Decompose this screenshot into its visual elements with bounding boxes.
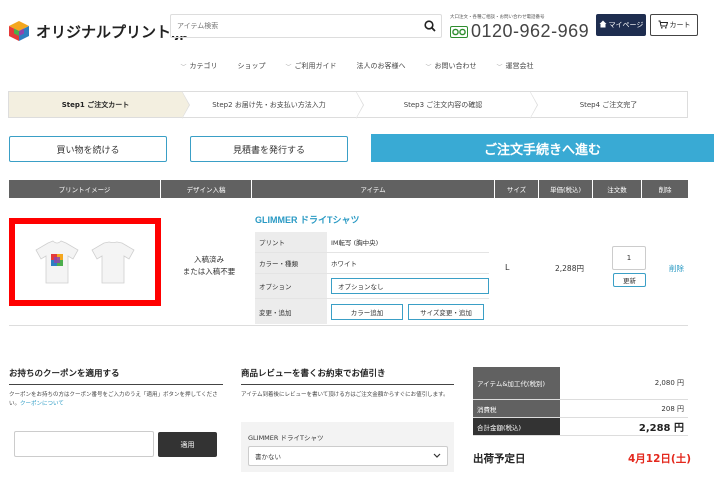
spec-label-option: オプション	[255, 274, 327, 298]
global-nav: ﹀ カテゴリ ショップ ﹀ ご利用ガイド 法人のお客様へ ﹀ お問い合わせ ﹀ …	[0, 56, 714, 76]
item-unit-price: 2,288円	[555, 264, 584, 273]
checkout-button[interactable]: ご注文手続きへ進む	[371, 134, 714, 162]
th-size: サイズ	[495, 180, 539, 198]
review-item-name: GLIMMER ドライTシャツ	[248, 434, 324, 442]
chevron-down-icon: ﹀	[496, 63, 503, 71]
freedial-icon	[450, 25, 468, 38]
chevron-down-icon: ﹀	[285, 63, 292, 71]
coupon-code-input[interactable]	[14, 431, 154, 457]
coupon-apply-button[interactable]: 適用	[158, 432, 217, 457]
coupon-section-title: お持ちのクーポンを適用する	[9, 367, 223, 385]
spec-label-print: プリント	[255, 232, 327, 252]
review-panel: GLIMMER ドライTシャツ 書かない	[241, 422, 454, 472]
search-bar	[170, 14, 442, 38]
logo-cube-icon	[9, 21, 29, 41]
nav-item-guide[interactable]: ﹀ ご利用ガイド	[275, 61, 346, 71]
tshirt-back-image	[91, 241, 135, 284]
spec-value-color: ホワイト	[331, 260, 357, 268]
logo-text: オリジナルプリント.jp	[36, 23, 189, 41]
search-icon[interactable]	[419, 15, 441, 37]
order-summary: アイテム&加工代(税別) 2,080 円 消費税 208 円 合計金額(税込) …	[473, 367, 688, 436]
coupon-description: クーポンをお持ちの方はクーポン番号をご入力のうえ「適用」ボタンを押してください。…	[9, 392, 218, 407]
continue-shopping-button[interactable]: 買い物を続ける	[9, 136, 167, 162]
update-quantity-button[interactable]: 更新	[613, 273, 646, 287]
step-cart: Step1 ご注文カート	[8, 91, 190, 119]
review-description: アイテム到着後にレビューを書いて頂ける方はご注文金額からすぐにお値引します。	[241, 392, 449, 398]
cart-label: カート	[669, 21, 691, 29]
total-label: 合計金額(税込)	[473, 418, 560, 435]
option-select[interactable]: オプションなし	[331, 278, 489, 294]
tel-block: 大口注文・各種ご相談・お問い合わせ電話番号 0120-962-969	[450, 14, 589, 42]
tel-note: 大口注文・各種ご相談・お問い合わせ電話番号	[450, 15, 545, 20]
review-select-value: 書かない	[255, 453, 281, 461]
th-delete: 削除	[658, 186, 672, 194]
design-status: 入稿済み または入稿不要	[182, 255, 236, 276]
nav-item-contact[interactable]: ﹀ お問い合わせ	[416, 61, 487, 71]
cart-table-header: プリントイメージ デザイン入稿 アイテム サイズ 単価(税込) 注文数 削除	[9, 180, 688, 198]
th-design: デザイン入稿	[161, 180, 252, 198]
add-color-button[interactable]: カラー追加	[331, 303, 403, 320]
delete-item-link[interactable]: 削除	[669, 263, 684, 274]
total-value: 2,288 円	[638, 423, 684, 434]
home-icon	[599, 20, 607, 30]
item-name-link[interactable]: GLIMMER ドライTシャツ	[255, 213, 360, 226]
nav-item-company[interactable]: ﹀ 運営会社	[487, 61, 544, 71]
th-item: アイテム	[252, 180, 495, 198]
th-qty: 注文数	[593, 180, 642, 198]
tax-value: 208 円	[661, 404, 684, 413]
spec-label-color: カラー・種類	[255, 253, 327, 273]
item-spec-table: プリント IM転写 (胸中央) カラー・種類 ホワイト オプション オプションな…	[255, 232, 489, 324]
chevron-down-icon	[433, 452, 441, 460]
nav-item-corporate[interactable]: 法人のお客様へ	[347, 61, 416, 71]
search-input[interactable]	[171, 16, 419, 36]
nav-item-category[interactable]: ﹀ カテゴリ	[170, 61, 227, 71]
checkout-steps: Step1 ご注文カート Step2 お届け先・お支払い方法入力 Step3 ご…	[8, 91, 688, 119]
site-header: オリジナルプリント.jp 大口注文・各種ご相談・お問い合わせ電話番号 0120-…	[0, 0, 714, 56]
spec-label-change: 変更・追加	[255, 299, 327, 324]
th-price: 単価(税込)	[539, 180, 593, 198]
cart-item-row: 入稿済み または入稿不要 GLIMMER ドライTシャツ プリント IM転写 (…	[9, 198, 688, 326]
step-shipping: Step2 お届け先・お支払い方法入力	[182, 91, 364, 119]
review-select[interactable]: 書かない	[248, 446, 448, 466]
review-section-title: 商品レビューを書くお約束でお値引き	[241, 367, 454, 385]
cart-button[interactable]: カート	[650, 14, 698, 36]
step-confirm: Step3 ご注文内容の確認	[356, 91, 538, 119]
quantity-input[interactable]: 1	[612, 246, 646, 270]
mypage-label: マイページ	[608, 21, 644, 29]
subtotal-label: アイテム&加工代(税別)	[473, 367, 560, 399]
nav-item-shop[interactable]: ショップ	[227, 61, 275, 71]
tshirt-front-image	[35, 240, 79, 284]
subtotal-value: 2,080 円	[654, 379, 684, 387]
coupon-info-link[interactable]: クーポンについて	[20, 401, 64, 407]
print-image-preview[interactable]	[9, 218, 161, 306]
issue-estimate-button[interactable]: 見積書を発行する	[190, 136, 348, 162]
chevron-down-icon: ﹀	[425, 63, 432, 71]
site-logo[interactable]: オリジナルプリント.jp	[8, 20, 189, 42]
tel-number[interactable]: 0120-962-969	[471, 21, 589, 42]
chevron-down-icon: ﹀	[180, 63, 187, 71]
cart-icon	[658, 20, 668, 31]
th-image: プリントイメージ	[9, 180, 161, 198]
ship-date-label: 出荷予定日	[473, 453, 526, 465]
spec-value-print: IM転写 (胸中央)	[331, 239, 379, 247]
change-size-button[interactable]: サイズ変更・追加	[408, 303, 484, 320]
mypage-button[interactable]: マイページ	[596, 14, 646, 36]
tax-label: 消費税	[473, 400, 560, 417]
ship-date-value: 4月12日(土)	[628, 453, 692, 465]
item-size: L	[505, 263, 510, 272]
step-complete: Step4 ご注文完了	[530, 91, 688, 118]
